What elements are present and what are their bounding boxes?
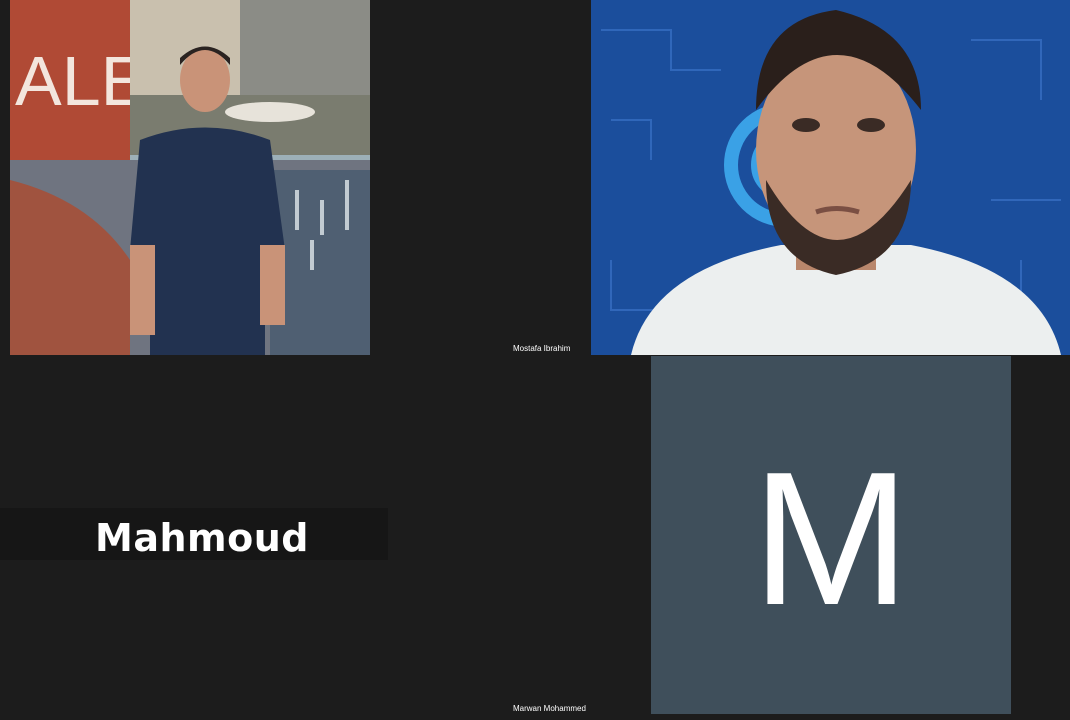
participant-photo: ALE [10,0,370,355]
participant-video-tile-1[interactable]: ALE [10,0,370,355]
participant-name-label-bottom: Marwan Mohammed [513,704,586,713]
svg-text:ALE: ALE [15,42,147,120]
avatar: M [751,433,911,645]
participant-name-banner: Mahmoud [0,508,388,560]
participant-name-label: Mostafa Ibrahim [513,344,571,353]
participant-video-tile-2[interactable] [591,0,1070,355]
participant-avatar-tile[interactable]: M [651,356,1011,714]
participant-name-banner-text: Mahmoud [95,516,309,560]
participant-camera-feed [591,0,1070,355]
